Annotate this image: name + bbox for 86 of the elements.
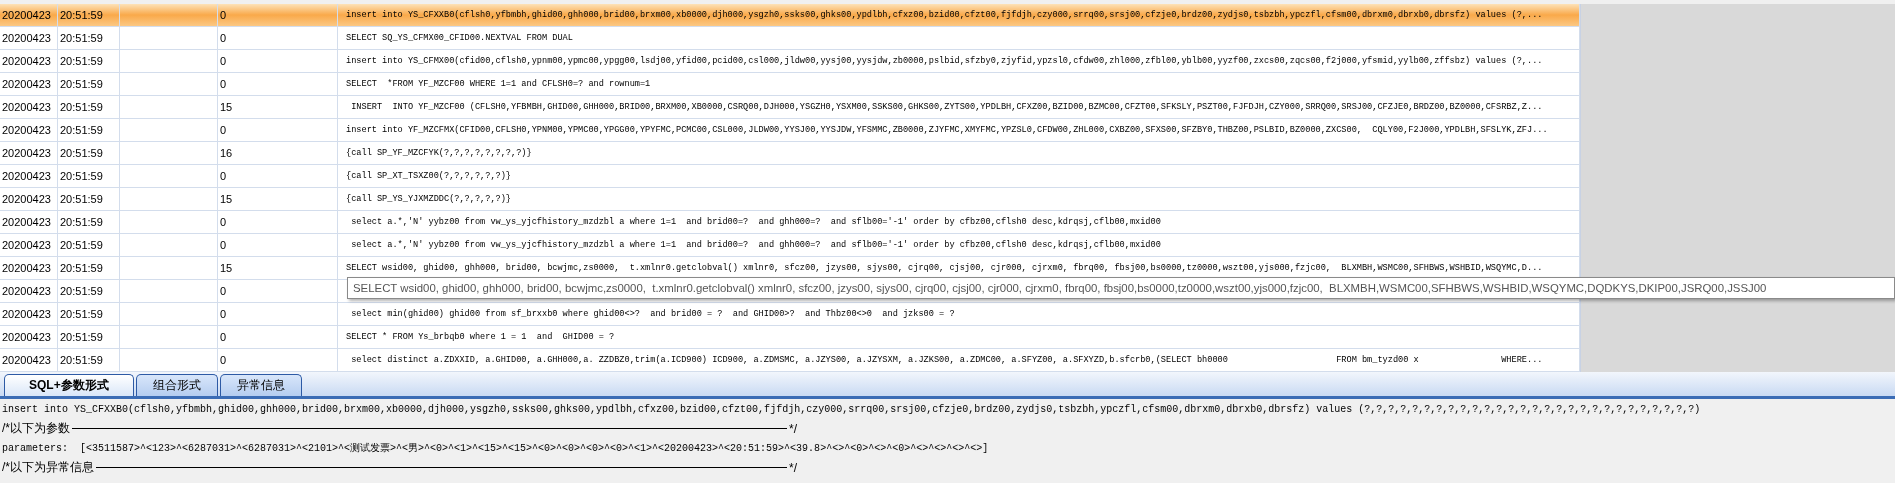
- date-cell: 20200423: [0, 4, 58, 26]
- sql-cell: {call SP_XT_TSXZ00(?,?,?,?,?,?)}: [338, 165, 1580, 187]
- tab[interactable]: 异常信息: [219, 374, 302, 396]
- table-row[interactable]: 20200423 20:51:59 0 select a.*,'N' yybz00 from vw_ys_yjcfhistory_mzdzbl a where 1=1 and brid00=? and ghh000=? and sflb00='-1' order by cfbz00,cflsh0 desc,kdrqsj,cflb00,mxid00: [0, 211, 1580, 234]
- sql-cell: insert into YF_MZCFMX(CFID00,CFLSH0,YPNM00,YPMC00,YPGG00,YPYFMC,PCMC00,CSL000,JLDW00,YYSJ00,YYSJDW,YFSMMC,ZB0000,ZJYFMC,XMYFMC,YPZSL0,CFDW00,ZHL000,CXBZ00,SFXS00,SFZBY0,THBZ00,PSLBID,BZ0000,ZXCS00, CQLY00,F2J000,YPDLBH,SFSLYK,ZFJ...: [338, 119, 1580, 141]
- count-cell: 0: [218, 50, 338, 72]
- sql-cell: {call SP_YF_MZCFYK(?,?,?,?,?,?,?,?)}: [338, 142, 1580, 164]
- date-cell: 20200423: [0, 349, 58, 371]
- date-cell: 20200423: [0, 142, 58, 164]
- count-cell: 0: [218, 211, 338, 233]
- table-row[interactable]: 20200423 20:51:59 15 {call SP_YS_YJXMZDDC(?,?,?,?,?)}: [0, 188, 1580, 211]
- section-comment: /*以下为参数: [2, 420, 70, 437]
- count-cell: 0: [218, 119, 338, 141]
- table-row[interactable]: [0, 96, 1580, 119]
- time-cell: 20:51:59: [58, 142, 120, 164]
- table-row[interactable]: 20200423 20:51:59 0 SELECT *FROM YF_MZCF00 WHERE 1=1 and CFLSH0=? and rownum=1: [0, 73, 1580, 96]
- date-cell: 20200423: [0, 234, 58, 256]
- table-row[interactable]: [0, 119, 1580, 142]
- table-row[interactable]: 20200423 20:51:59 0 SELECT SQ_YS_CFMX00_CFID00.NEXTVAL FROM DUAL: [0, 27, 1580, 50]
- time-cell: 20:51:59: [58, 211, 120, 233]
- date-cell: 20200423: [0, 27, 58, 49]
- sql-cell: INSERT INTO YF_MZCF00 (CFLSH0,YFBMBH,GHID00,GHH000,BRID00,BRXM00,XB0000,CSRQ00,DJH000,YSGZH0,YSXM00,SSKS00,GHKS00,ZYTS00,YPDLBH,CFXZ00,BZID00,BZMC00,CFZT00,SFKSLY,PSZT00,FJFDJH,CZY000,SRRQ00,SRSJ00,CFZJE0,BRDZ00,BZ0000,CFSRBZ,Z...: [338, 96, 1580, 118]
- sql-cell: select min(ghid00) ghid00 from sf_brxxb0 where ghid00<>? and brid00 = ? and GHID00>? and Thbz00<>0 and jzks00 = ?: [338, 303, 1580, 325]
- date-cell: 20200423: [0, 119, 58, 141]
- count-cell: 0: [218, 303, 338, 325]
- time-cell: 20:51:59: [58, 73, 120, 95]
- time-cell: 20:51:59: [58, 119, 120, 141]
- time-cell: 20:51:59: [58, 349, 120, 371]
- count-cell: 0: [218, 27, 338, 49]
- count-cell: 15: [218, 188, 338, 210]
- count-cell: 0: [218, 165, 338, 187]
- sql-cell: SELECT * FROM Ys_brbqb0 where 1 = 1 and GHID00 = ?: [338, 326, 1580, 348]
- table-row[interactable]: 20200423 20:51:59 0 select a.*,'N' yybz00 from vw_ys_yjcfhistory_mzdzbl a where 1=1 and brid00=? and ghh000=? and sflb00='-1' order by cfbz00,cflsh0 desc,kdrqsj,cflb00,mxid00: [0, 234, 1580, 257]
- count-cell: 0: [218, 280, 338, 302]
- table-row[interactable]: [0, 349, 1580, 372]
- sql-cell: select distinct a.ZDXXID, a.GHID00, a.GHH000,a. ZZDBZ0,trim(a.ICD900) ICD900, a.ZDMSMC, a.JZYS00, a.JZYSXM, a.JZKS00, a.ZDMC00, a.SFYZ00, a.SFXYZD,b.sfcrb0,(SELECT bh0000 FROM bm_tyzd00 x WHERE...: [338, 349, 1580, 371]
- count-cell: 16: [218, 142, 338, 164]
- date-cell: 20200423: [0, 257, 58, 279]
- date-cell: 20200423: [0, 73, 58, 95]
- time-cell: 20:51:59: [58, 280, 120, 302]
- section-comment: /*以下为异常信息: [2, 459, 94, 476]
- table-row[interactable]: [0, 4, 1580, 27]
- tooltip: SELECT wsid00, ghid00, ghh000, brid00, bcwjmc,zs0000, t.xmlnr0.getclobval() xmlnr0, sfcz00, jzys00, sjys00, cjrq00, cjsj00, cjr000, cjrxm0, fbrq00, fbsj00,bs0000,tz0000,wszt00,yjs000,fzjc00, BLXMBH,WSMC00,SFHBWS,WSHBID,WSQYMC,DQDKYS,DKIP00,JSRQ00,JSSJ00: [347, 277, 1895, 299]
- date-cell: 20200423: [0, 165, 58, 187]
- table-row[interactable]: 20200423 20:51:59 0 SELECT * FROM Ys_brbqb0 where 1 = 1 and GHID00 = ?: [0, 326, 1580, 349]
- time-cell: 20:51:59: [58, 188, 120, 210]
- time-cell: 20:51:59: [58, 165, 120, 187]
- tab[interactable]: 组合形式: [135, 374, 218, 396]
- date-cell: 20200423: [0, 211, 58, 233]
- time-cell: 20:51:59: [58, 234, 120, 256]
- time-cell: 20:51:59: [58, 257, 120, 279]
- table-row[interactable]: 20200423 20:51:59 16 {call SP_YF_MZCFYK(?,?,?,?,?,?,?,?)}: [0, 142, 1580, 165]
- date-cell: 20200423: [0, 188, 58, 210]
- count-cell: 0: [218, 349, 338, 371]
- date-cell: 20200423: [0, 280, 58, 302]
- time-cell: 20:51:59: [58, 326, 120, 348]
- count-cell: 0: [218, 4, 338, 26]
- count-cell: 15: [218, 257, 338, 279]
- count-cell: 0: [218, 326, 338, 348]
- sql-cell: select a.*,'N' yybz00 from vw_ys_yjcfhistory_mzdzbl a where 1=1 and brid00=? and ghh000=? and sflb00='-1' order by cfbz00,cflsh0 desc,kdrqsj,cflb00,mxid00: [338, 234, 1580, 256]
- time-cell: 20:51:59: [58, 50, 120, 72]
- time-cell: 20:51:59: [58, 96, 120, 118]
- time-cell: 20:51:59: [58, 4, 120, 26]
- sql-cell: SELECT *FROM YF_MZCF00 WHERE 1=1 and CFLSH0=? and rownum=1: [338, 73, 1580, 95]
- table-row[interactable]: 20200423 20:51:59 0 {call SP_XT_TSXZ00(?,?,?,?,?,?)}: [0, 165, 1580, 188]
- detail-line: insert into YS_CFXXB0(cflsh0,yfbmbh,ghid00,ghh000,brid00,brxm00,xb0000,djh000,ysgzh0,ssks00,ghks00,ypdlbh,cfxz00,bzid00,cfzt00,fjfdjh,czy000,srrq00,srsj00,cfzje0,brdz00,zydjs0,tsbzbh,ypczfl,cfsm00,dbrxm0,dbrxb0,dbrsfz) values (?,?,?,?,?,?,?,?,?,?,?,?,?,?,?,?,?,?,?,?,?,?,?,?,?,?,?,?): [2, 402, 1702, 417]
- sql-cell: {call SP_YS_YJXMZDDC(?,?,?,?,?)}: [338, 188, 1580, 210]
- detail-line: parameters: [<3511587>^<123>^<6287031>^<6287031>^<2101>^<测试发票>^<男>^<0>^<1>^<15>^<15>^<0>^<0>^<0>^<0>^<1>^<20200423>^<20:51:59>^<39.8>^<>^<0>^<>^<0>^<>^<>^<>^<>]: [2, 442, 990, 456]
- sql-cell: SELECT SQ_YS_CFMX00_CFID00.NEXTVAL FROM DUAL: [338, 27, 1580, 49]
- comment-end: */: [789, 421, 797, 436]
- sql-cell: select a.*,'N' yybz00 from vw_ys_yjcfhistory_mzdzbl a where 1=1 and brid00=? and ghh000=? and sflb00='-1' order by cfbz00,cflsh0 desc,kdrqsj,cflb00,mxid00: [338, 211, 1580, 233]
- date-cell: 20200423: [0, 326, 58, 348]
- date-cell: 20200423: [0, 96, 58, 118]
- tab[interactable]: SQL+参数形式: [4, 374, 134, 396]
- comment-end: */: [789, 460, 797, 475]
- time-cell: 20:51:59: [58, 303, 120, 325]
- table-row[interactable]: [0, 50, 1580, 73]
- date-cell: 20200423: [0, 303, 58, 325]
- count-cell: 15: [218, 96, 338, 118]
- count-cell: 0: [218, 234, 338, 256]
- date-cell: 20200423: [0, 50, 58, 72]
- sql-cell: insert into YS_CFMX00(cfid00,cflsh0,ypnm00,ypmc00,ypgg00,lsdj00,yfid00,pcid00,csl000,jldw00,yysj00,yysjdw,zb0000,pslbid,sfzby0,zjyfid,ypzsl0,cfdw00,zhl000,zfbl00,yblb00,yyzf00,zxcs00,zqcs00,f2j000,yfsmid,yylb00,zffsbz) values (?,...: [338, 50, 1580, 72]
- count-cell: 0: [218, 73, 338, 95]
- sql-cell: insert into YS_CFXXB0(cflsh0,yfbmbh,ghid00,ghh000,brid00,brxm00,xb0000,djh000,ysgzh0,ssks00,ghks00,ypdlbh,cfxz00,bzid00,cfzt00,fjfdjh,czy000,srrq00,srsj00,cfzje0,brdz00,zydjs0,tsbzbh,ypczfl,cfsm00,dbrxm0,dbrxb0,dbrsfz) values (?,...: [338, 4, 1580, 26]
- table-row[interactable]: 20200423 20:51:59 0 select min(ghid00) ghid00 from sf_brxxb0 where ghid00<>? and brid00 = ? and GHID00>? and Thbz00<>0 and jzks00 = ?: [0, 303, 1580, 326]
- time-cell: 20:51:59: [58, 27, 120, 49]
